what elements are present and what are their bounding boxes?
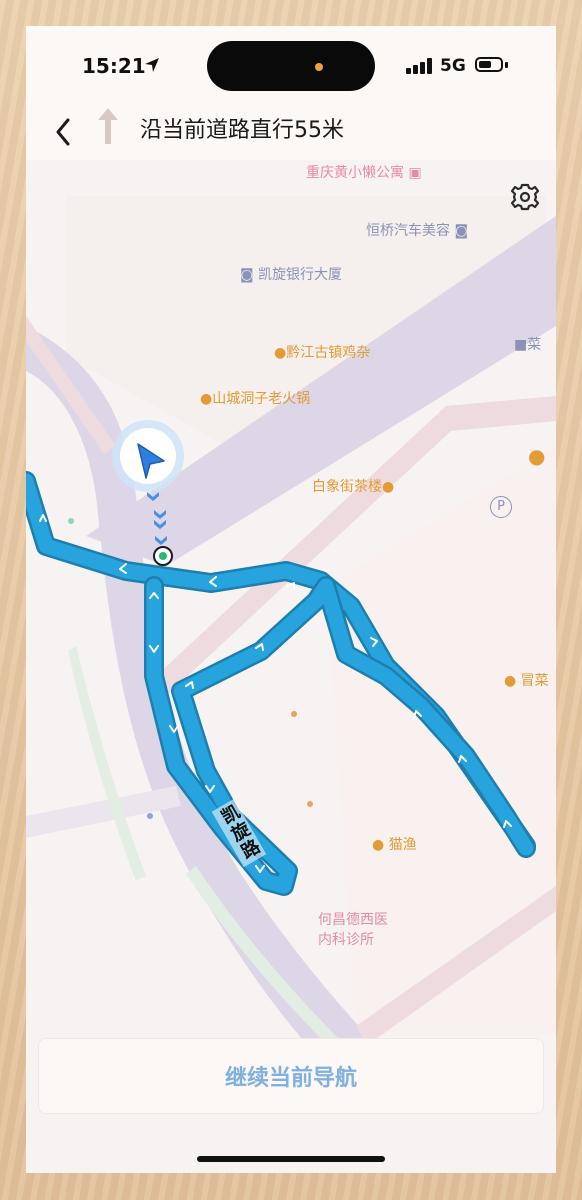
poi-marker[interactable]: ● bbox=[528, 444, 545, 468]
continue-navigation-button[interactable]: 继续当前导航 bbox=[38, 1038, 544, 1114]
truck-icon: ■ bbox=[514, 337, 528, 353]
food-icon: ● bbox=[274, 345, 287, 361]
dynamic-island bbox=[207, 41, 375, 91]
battery-tip bbox=[505, 62, 508, 68]
gear-icon[interactable] bbox=[504, 176, 546, 218]
network-type: 5G bbox=[440, 56, 466, 76]
food-icon: ● bbox=[382, 479, 395, 495]
home-indicator[interactable] bbox=[197, 1156, 385, 1162]
car-icon: ◙ bbox=[454, 223, 469, 239]
straight-arrow-icon bbox=[98, 108, 118, 144]
poi-label[interactable]: ●山城洞子老火锅 bbox=[200, 388, 310, 408]
food-icon: ● bbox=[504, 673, 517, 689]
poi-label[interactable]: ◙ 凯旋银行大厦 bbox=[240, 264, 342, 284]
food-icon: ● bbox=[200, 391, 213, 407]
poi-label[interactable]: ■菜 bbox=[514, 334, 541, 354]
poi-label[interactable]: ● 猫渔 bbox=[372, 834, 417, 854]
navigation-instruction: 沿当前道路直行55米 bbox=[140, 118, 344, 143]
back-chevron-icon[interactable] bbox=[50, 112, 76, 152]
recording-indicator-icon bbox=[315, 63, 323, 71]
poi-label[interactable]: 恒桥汽车美容 ◙ bbox=[366, 220, 468, 240]
parking-poi[interactable]: P bbox=[490, 496, 512, 518]
map-view[interactable] bbox=[26, 26, 556, 1173]
cellular-signal-icon bbox=[406, 58, 432, 74]
food-icon: ● bbox=[528, 444, 546, 468]
food-icon: ● bbox=[372, 837, 385, 853]
poi-label[interactable]: 何昌德西医 内科诊所 bbox=[318, 910, 388, 950]
parking-icon: P bbox=[497, 499, 505, 514]
poi-label[interactable]: ● 冒菜 bbox=[504, 670, 549, 690]
building-icon: ◙ bbox=[240, 267, 254, 283]
phone-screen: 重庆黄小懒公寓 ▣ 恒桥汽车美容 ◙ ◙ 凯旋银行大厦 ●黔江古镇鸡杂 ●山城洞… bbox=[26, 26, 556, 1173]
poi-label[interactable]: 重庆黄小懒公寓 ▣ bbox=[306, 162, 422, 182]
status-time: 15:21 bbox=[82, 54, 146, 78]
poi-label[interactable]: 白象街茶楼● bbox=[312, 476, 394, 496]
poi-label[interactable]: ●黔江古镇鸡杂 bbox=[274, 342, 370, 362]
location-services-icon bbox=[145, 58, 159, 72]
battery-icon bbox=[475, 57, 503, 72]
building-icon: ▣ bbox=[408, 165, 422, 181]
